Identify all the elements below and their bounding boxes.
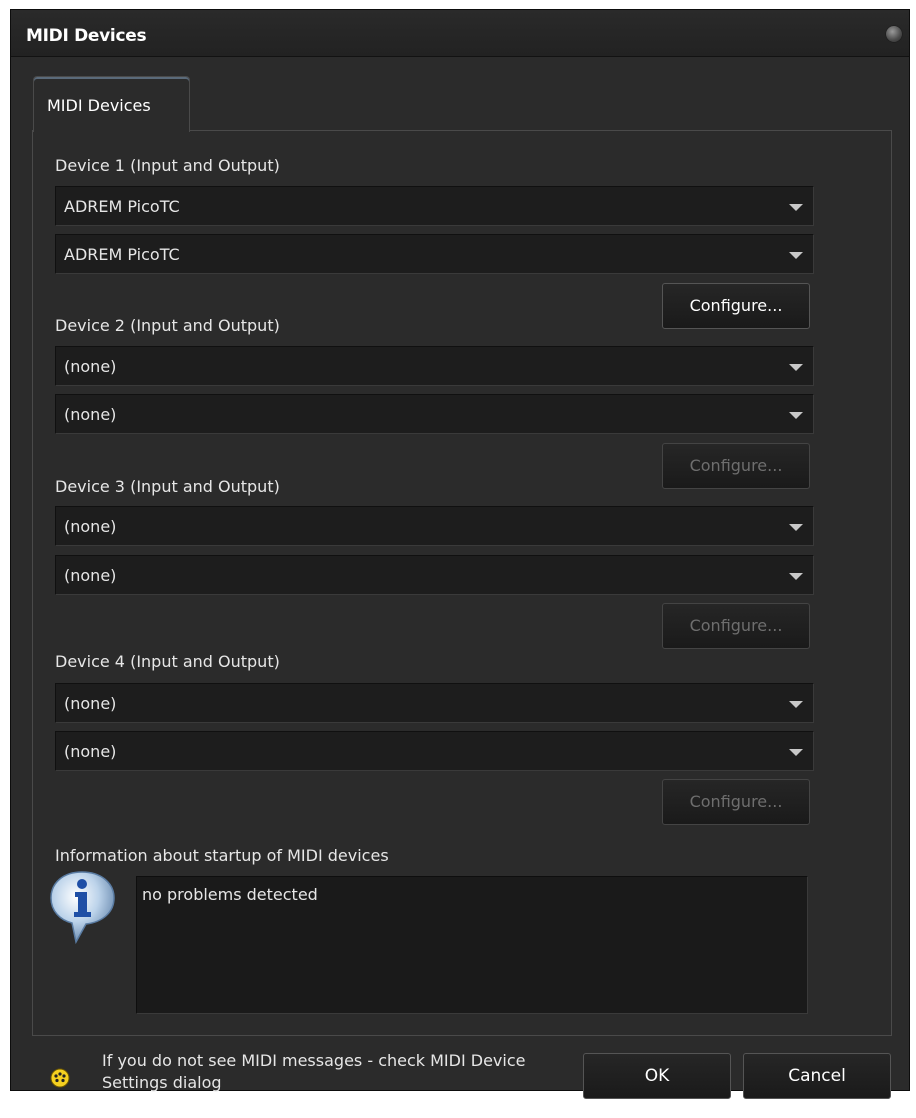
midi-hint-text: If you do not see MIDI messages - check … <box>102 1051 526 1092</box>
device-2-configure-button[interactable]: Configure... <box>662 443 810 489</box>
device-4-output-value: (none) <box>64 742 117 761</box>
device-3-configure-button[interactable]: Configure... <box>662 603 810 649</box>
device-3-input-select[interactable]: (none) <box>55 506 814 546</box>
device-3-input-value: (none) <box>64 517 117 536</box>
device-1-output-value: ADREM PicoTC <box>64 245 180 264</box>
chevron-down-icon <box>789 412 803 419</box>
device-2-output-select[interactable]: (none) <box>55 394 814 434</box>
info-text-area[interactable]: no problems detected <box>136 876 808 1014</box>
midi-plug-icon <box>50 1068 70 1088</box>
device-3-output-select[interactable]: (none) <box>55 555 814 595</box>
device-4-input-value: (none) <box>64 694 117 713</box>
title-bar[interactable]: MIDI Devices <box>11 10 909 57</box>
chevron-down-icon <box>789 204 803 211</box>
device-2-label: Device 2 (Input and Output) <box>55 316 280 335</box>
device-1-input-select[interactable]: ADREM PicoTC <box>55 186 814 226</box>
ok-button[interactable]: OK <box>583 1053 731 1099</box>
chevron-down-icon <box>789 364 803 371</box>
info-icon <box>50 871 115 945</box>
device-4-label: Device 4 (Input and Output) <box>55 652 280 671</box>
device-3-output-value: (none) <box>64 566 117 585</box>
chevron-down-icon <box>789 573 803 580</box>
device-1-label: Device 1 (Input and Output) <box>55 156 280 175</box>
device-4-output-select[interactable]: (none) <box>55 731 814 771</box>
device-2-input-select[interactable]: (none) <box>55 346 814 386</box>
chevron-down-icon <box>789 524 803 531</box>
info-label: Information about startup of MIDI device… <box>55 846 389 865</box>
device-4-input-select[interactable]: (none) <box>55 683 814 723</box>
tab-midi-devices[interactable]: MIDI Devices <box>33 76 190 132</box>
device-3-label: Device 3 (Input and Output) <box>55 477 280 496</box>
device-2-output-value: (none) <box>64 405 117 424</box>
chevron-down-icon <box>789 749 803 756</box>
device-4-configure-button[interactable]: Configure... <box>662 779 810 825</box>
info-text: no problems detected <box>142 885 318 904</box>
close-orb-icon[interactable] <box>886 26 902 42</box>
device-1-configure-button[interactable]: Configure... <box>662 283 810 329</box>
window-title: MIDI Devices <box>26 26 147 46</box>
cancel-button[interactable]: Cancel <box>743 1053 891 1099</box>
chevron-down-icon <box>789 701 803 708</box>
device-1-output-select[interactable]: ADREM PicoTC <box>55 234 814 274</box>
device-2-input-value: (none) <box>64 357 117 376</box>
device-1-input-value: ADREM PicoTC <box>64 197 180 216</box>
chevron-down-icon <box>789 252 803 259</box>
tab-label: MIDI Devices <box>47 96 151 115</box>
